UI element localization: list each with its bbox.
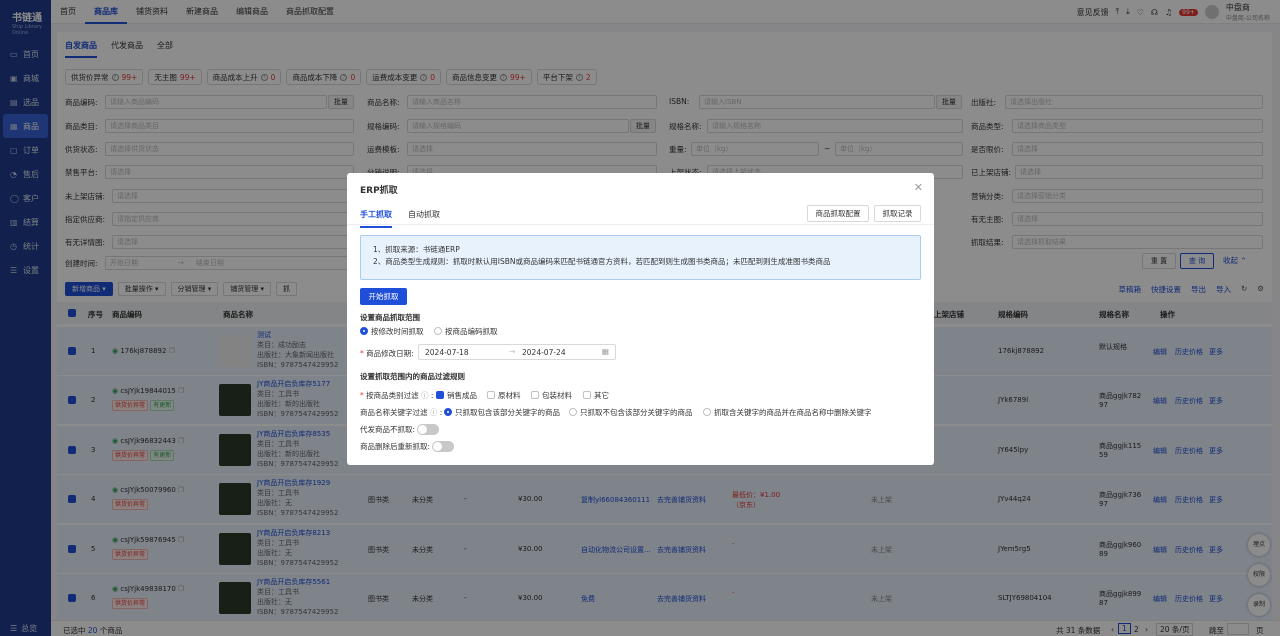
radio-unchecked (434, 327, 442, 335)
tab-divider (347, 224, 934, 225)
erp-grab-dialog: ERP抓取 ✕ 手工抓取 自动抓取 商品抓取配置 抓取记录 1、抓取来源：书链通… (347, 173, 934, 465)
start-grab-button[interactable]: 开始抓取 (360, 288, 407, 305)
info-alert: 1、抓取来源：书链通ERP 2、商品类型生成规则：抓取时默认用ISBN或商品编码… (360, 235, 921, 280)
help-icon: ⓘ (429, 408, 438, 417)
radio-checked (444, 408, 452, 416)
dialog-title: ERP抓取 (360, 186, 398, 196)
range-by-code-label: 按商品编码抓取 (445, 327, 498, 336)
range-by-code[interactable]: 按商品编码抓取 (434, 326, 498, 337)
dropship-skip-toggle[interactable] (417, 424, 440, 435)
range-by-time[interactable]: 按修改时间抓取 (360, 326, 424, 337)
arrow-icon: → (509, 347, 516, 356)
info-line-2: 2、商品类型生成规则：抓取时默认用ISBN或商品编码来匹配书链通官方资料，若匹配… (373, 257, 831, 266)
checkbox-unchecked (583, 391, 591, 399)
cat-option-label: 包装材料 (542, 391, 572, 400)
filter-section-title: 设置抓取范围内的商品过滤规则 (360, 372, 465, 381)
date-label: * 商品修改日期: (360, 349, 414, 358)
range-by-time-label: 按修改时间抓取 (371, 327, 424, 336)
grab-log-button[interactable]: 抓取记录 (874, 205, 921, 222)
info-line-1: 1、抓取来源：书链通ERP (373, 245, 460, 254)
grab-config-button[interactable]: 商品抓取配置 (807, 205, 869, 222)
regrab-label: 商品删除后重新抓取: (360, 442, 431, 451)
radio-checked (360, 327, 368, 335)
checkbox-unchecked (531, 391, 539, 399)
calendar-icon: ▦ (601, 347, 609, 356)
help-icon: ⓘ (421, 391, 429, 400)
category-filter-label: * 按商品类别过滤 ⓘ : (360, 391, 434, 400)
kw-option-exclude[interactable]: 只抓取不包含该部分关键字的商品 (569, 407, 693, 418)
cat-option-label: 原材料 (498, 391, 521, 400)
date-start: 2024-07-18 (425, 348, 469, 357)
date-label-text: 商品修改日期: (366, 349, 414, 358)
kw-option-label: 抓取含关键字的商品并在商品名称中删除关键字 (714, 408, 872, 417)
range-section-title: 设置商品抓取范围 (360, 313, 420, 322)
tab-auto-grab[interactable]: 自动抓取 (408, 209, 440, 228)
keyword-filter-text: 商品名称关键字过滤 (360, 408, 428, 417)
cat-option-packaging[interactable]: 包装材料 (531, 390, 572, 401)
kw-option-strip[interactable]: 抓取含关键字的商品并在商品名称中删除关键字 (703, 407, 872, 418)
kw-option-label: 只抓取不包含该部分关键字的商品 (580, 408, 693, 417)
cat-option-finished[interactable]: 销售成品 (436, 390, 477, 401)
checkbox-unchecked (487, 391, 495, 399)
cat-option-raw[interactable]: 原材料 (487, 390, 521, 401)
kw-option-label: 只抓取包含该部分关键字的商品 (455, 408, 560, 417)
category-filter-text: 按商品类别过滤 (366, 391, 419, 400)
radio-unchecked (703, 408, 711, 416)
checkbox-checked (436, 391, 444, 399)
modify-date-range[interactable]: 2024-07-18 → 2024-07-24 ▦ (418, 344, 616, 360)
date-end: 2024-07-24 (522, 348, 566, 357)
kw-option-include[interactable]: 只抓取包含该部分关键字的商品 (444, 407, 560, 418)
keyword-filter-label: 商品名称关键字过滤 ⓘ : (360, 408, 443, 417)
radio-unchecked (569, 408, 577, 416)
cat-option-label: 其它 (594, 391, 609, 400)
close-icon[interactable]: ✕ (914, 181, 923, 194)
dropship-skip-label: 代发商品不抓取: (360, 425, 416, 434)
tab-manual-grab[interactable]: 手工抓取 (360, 209, 392, 228)
regrab-row: 商品删除后重新抓取: (360, 441, 455, 452)
dropship-skip-row: 代发商品不抓取: (360, 424, 440, 435)
regrab-toggle[interactable] (432, 441, 455, 452)
cat-option-label: 销售成品 (447, 391, 477, 400)
cat-option-other[interactable]: 其它 (583, 390, 609, 401)
